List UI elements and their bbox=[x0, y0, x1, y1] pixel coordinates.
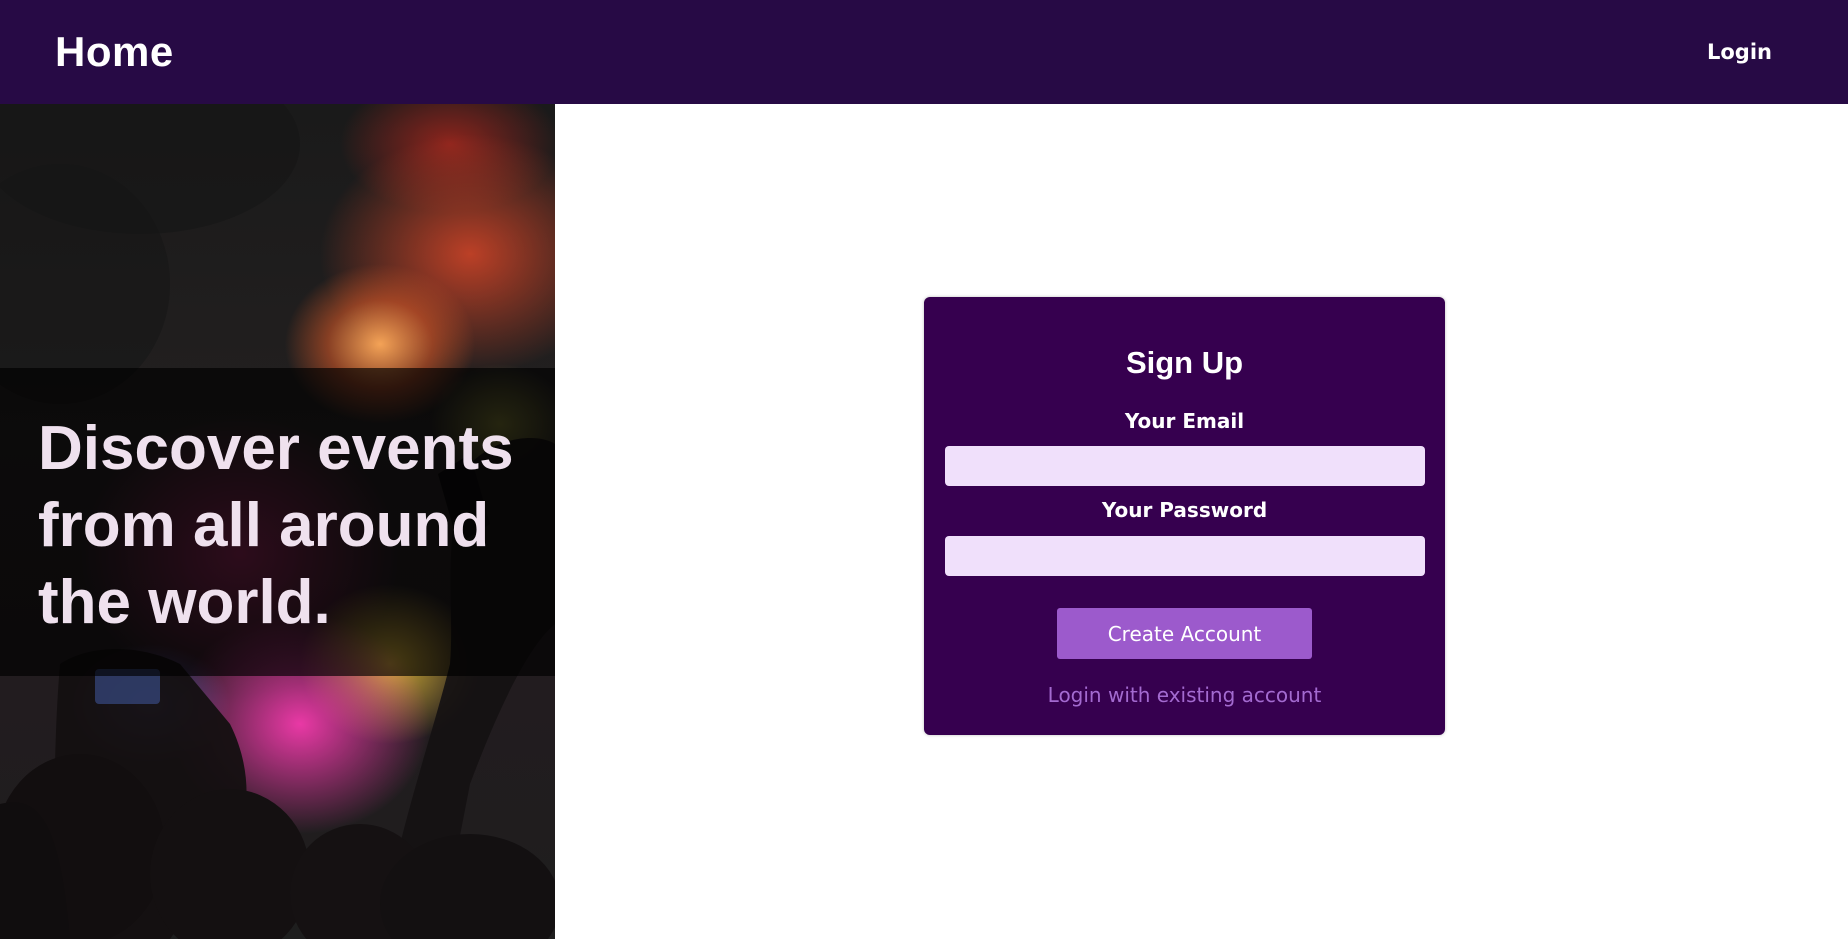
hero-overlay: Discover events from all around the worl… bbox=[0, 368, 555, 676]
password-input[interactable] bbox=[945, 536, 1425, 576]
create-account-button[interactable]: Create Account bbox=[1057, 608, 1312, 659]
signup-title: Sign Up bbox=[1125, 345, 1244, 380]
email-input[interactable] bbox=[945, 446, 1425, 486]
home-link[interactable]: Home bbox=[55, 28, 174, 76]
login-existing-link[interactable]: Login with existing account bbox=[924, 683, 1445, 707]
signup-card: Sign Up Your Email Your Password Create … bbox=[924, 297, 1445, 735]
hero-image: Discover events from all around the worl… bbox=[0, 104, 555, 939]
navbar: Home Login bbox=[0, 0, 1848, 104]
email-label: Your Email bbox=[1124, 409, 1245, 433]
password-label: Your Password bbox=[1101, 498, 1268, 522]
login-nav-link[interactable]: Login bbox=[1707, 40, 1772, 64]
hero-tagline: Discover events from all around the worl… bbox=[38, 414, 514, 637]
